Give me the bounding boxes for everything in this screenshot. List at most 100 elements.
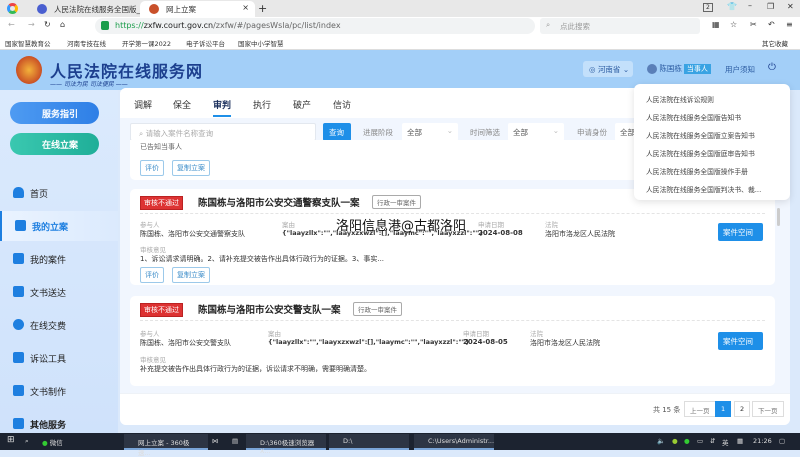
sidebar-item-document-delivery[interactable]: 文书送达 xyxy=(0,277,118,307)
scrollbar[interactable] xyxy=(777,208,780,226)
dropdown-item[interactable]: 人民法院在线诉讼规则 xyxy=(646,94,714,104)
tab-mediation[interactable]: 调解 xyxy=(134,98,152,111)
bookmark[interactable]: 开学第一课2022 xyxy=(122,38,171,48)
restore-icon[interactable]: ❐ xyxy=(767,2,774,11)
online-filing-button[interactable]: 在线立案 xyxy=(10,133,99,155)
evaluate-button[interactable]: 评价 xyxy=(140,267,164,283)
cause-value: {"laayzllx":"","laayxzxwzl":[],"laaymc":… xyxy=(268,338,470,346)
battery-icon[interactable]: ▭ xyxy=(697,437,703,445)
tab-preservation[interactable]: 保全 xyxy=(173,98,191,111)
page-2-button[interactable]: 2 xyxy=(734,401,751,417)
tab-bankruptcy[interactable]: 破产 xyxy=(293,98,311,111)
close-tab-icon[interactable]: × xyxy=(242,3,249,12)
tab-trial[interactable]: 审判 xyxy=(213,98,232,117)
case-type-tag: 行政一审案件 xyxy=(372,195,421,209)
sidebar-item-tools[interactable]: 诉讼工具 xyxy=(0,343,118,373)
new-tab-button[interactable]: + xyxy=(258,2,267,15)
forward-icon[interactable]: → xyxy=(28,20,35,29)
calculator-icon[interactable]: ▤ xyxy=(232,437,238,445)
clock[interactable]: 21:26 xyxy=(753,437,772,445)
ime-indicator[interactable]: 英 xyxy=(722,437,729,447)
volume-icon[interactable]: 🔈 xyxy=(657,437,665,445)
sidebar-item-home[interactable]: 首页 xyxy=(0,178,118,208)
copy-filing-button[interactable]: 复制立案 xyxy=(172,160,210,176)
browser-search-input[interactable]: ⌕ 点此搜索 xyxy=(540,18,700,34)
dropdown-item[interactable]: 人民法院在线服务全国版判决书、裁... xyxy=(646,184,761,194)
apps-icon[interactable]: ▦ xyxy=(712,20,720,29)
tab-execution[interactable]: 执行 xyxy=(253,98,271,111)
tray-icon[interactable]: ● xyxy=(672,437,678,445)
case-title[interactable]: 陈国栋与洛阳市公安交警支队一案 xyxy=(198,302,341,316)
url-input[interactable]: https://zxfw.court.gov.cn/zxfw/#/pagesWs… xyxy=(95,18,535,34)
back-icon[interactable]: ← xyxy=(8,20,15,29)
case-search-input[interactable]: ⌕ 请输入案件名称查询 xyxy=(130,123,316,141)
evaluate-button[interactable]: 评价 xyxy=(140,160,164,176)
app-icon[interactable]: ⋈ xyxy=(212,437,219,445)
taskbar-folder[interactable]: C:\Users\Administr... xyxy=(414,434,494,450)
dropdown-item[interactable]: 人民法院在线服务全国版告知书 xyxy=(646,112,741,122)
address-bar-row: ← → ↻ ⌂ https://zxfw.court.gov.cn/zxfw/#… xyxy=(0,17,800,35)
sidebar-item-doc-making[interactable]: 文书制作 xyxy=(0,376,118,406)
taskbar-folder[interactable]: D:\360极速浏览器X... xyxy=(246,434,326,455)
minimize-icon[interactable]: – xyxy=(748,1,752,10)
court-label: 法院 xyxy=(545,221,558,229)
close-window-icon[interactable]: ✕ xyxy=(787,2,794,11)
query-button[interactable]: 查询 xyxy=(323,123,351,141)
court-emblem-logo xyxy=(16,56,42,84)
next-page-button[interactable]: 下一页 xyxy=(752,401,784,417)
date-label: 申请日期 xyxy=(478,221,504,229)
skin-icon[interactable]: 👕 xyxy=(727,2,737,11)
windows-start-icon[interactable]: ⊞ xyxy=(7,435,15,445)
menu-icon[interactable]: ≡ xyxy=(786,20,793,29)
taskbar-wechat[interactable]: ● 微信 xyxy=(42,437,63,447)
bookmark[interactable]: 电子诉讼平台 xyxy=(186,38,225,48)
browser-tab-active[interactable]: 网上立案 × xyxy=(140,1,255,17)
bookmark[interactable]: 国家中小学智慧 xyxy=(238,38,284,48)
sidebar-item-my-cases[interactable]: 我的案件 xyxy=(0,244,118,274)
divider xyxy=(140,213,765,214)
tab-petition[interactable]: 信访 xyxy=(333,98,351,111)
undo-icon[interactable]: ↶ xyxy=(768,20,775,29)
browser-logo-icon xyxy=(7,3,18,14)
network-icon[interactable]: ⇵ xyxy=(710,437,715,445)
party-value: 陈国栋、洛阳市公安交通警察支队 xyxy=(140,230,245,238)
date-label: 申请日期 xyxy=(463,330,489,338)
case-title[interactable]: 陈国栋与洛阳市公安交通警察支队一案 xyxy=(198,195,360,209)
notification-icon[interactable]: ▢ xyxy=(779,437,785,445)
home-icon[interactable]: ⌂ xyxy=(60,20,65,29)
province-select[interactable]: ◎ 河南省 ⌄ xyxy=(583,61,633,77)
sidebar-item-payment[interactable]: 在线交费 xyxy=(0,310,118,340)
user-notice-link[interactable]: 用户须知 xyxy=(725,64,755,75)
wechat-tray-icon[interactable]: ● xyxy=(684,437,690,445)
time-select[interactable]: 全部 ⌄ xyxy=(508,123,564,141)
taskbar-drive[interactable]: D:\ xyxy=(329,434,409,450)
keyboard-icon[interactable]: ▦ xyxy=(737,437,743,445)
case-type-tag: 行政一审案件 xyxy=(353,302,402,316)
tab-count[interactable]: 2 xyxy=(703,3,713,12)
bookmark[interactable]: 国家智慧教育公 xyxy=(5,38,51,48)
clipboard-icon xyxy=(13,253,24,264)
monitor-icon xyxy=(13,286,24,297)
user-menu[interactable]: 陈国栋 当事人 xyxy=(647,63,711,74)
scissors-icon[interactable]: ✂ xyxy=(750,20,757,29)
search-icon[interactable]: ⌕ xyxy=(25,437,29,446)
service-guide-button[interactable]: 服务指引 xyxy=(10,102,99,124)
reload-icon[interactable]: ↻ xyxy=(44,20,51,29)
bookmark-folder[interactable]: 其它收藏 xyxy=(762,38,788,48)
case-space-button[interactable]: 案件空间 xyxy=(718,332,763,350)
party-label: 参与人 xyxy=(140,330,160,338)
prev-page-button[interactable]: 上一页 xyxy=(684,401,716,417)
taskbar-browser[interactable]: 网上立案 - 360极速... xyxy=(124,434,208,457)
bookmark[interactable]: 河南专技在线 xyxy=(67,38,106,48)
dropdown-item[interactable]: 人民法院在线服务全国版立案告知书 xyxy=(646,130,755,140)
chevron-down-icon: ⌄ xyxy=(552,126,559,135)
copy-filing-button[interactable]: 复制立案 xyxy=(172,267,210,283)
sidebar-item-my-filings[interactable]: 我的立案 xyxy=(0,211,118,241)
dropdown-item[interactable]: 人民法院在线服务全国版操作手册 xyxy=(646,166,748,176)
power-icon[interactable]: ⏻ xyxy=(768,62,776,73)
page-1-button[interactable]: 1 xyxy=(715,401,732,417)
stage-select[interactable]: 全部 ⌄ xyxy=(402,123,458,141)
case-space-button[interactable]: 案件空间 xyxy=(718,223,763,241)
dropdown-item[interactable]: 人民法院在线服务全国版庭审告知书 xyxy=(646,148,755,158)
favorites-icon[interactable]: ☆ xyxy=(730,20,737,29)
